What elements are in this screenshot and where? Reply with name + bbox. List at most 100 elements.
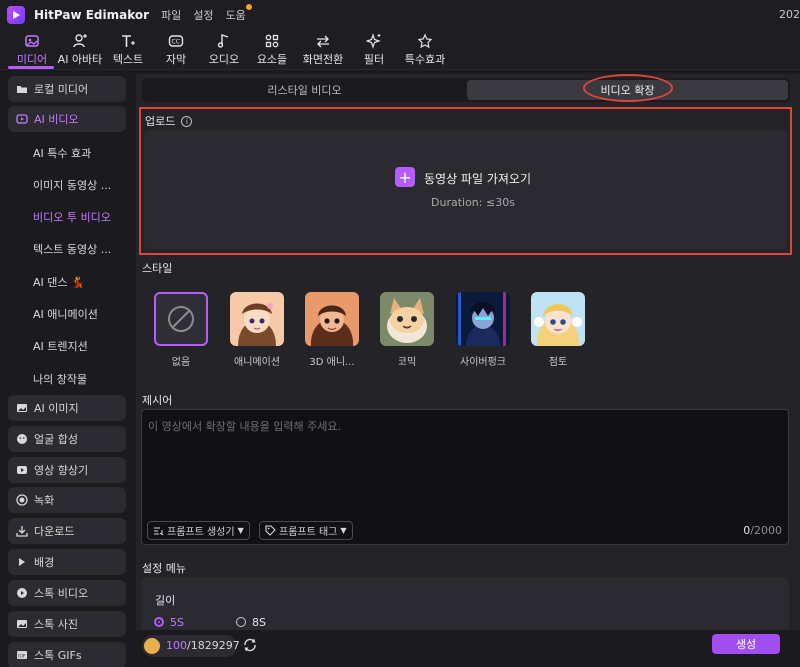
sidebar-item-label: 다운로드 (34, 525, 75, 538)
tool-elements[interactable]: 요소들 (248, 30, 296, 70)
effects-icon (417, 33, 433, 49)
sidebar-item-download[interactable]: 다운로드 (8, 518, 126, 544)
main-toolbar: 미디어 AI 아바타 텍스트 CC 자막 오디오 요소들 화면전환 필터 특수효… (0, 30, 800, 70)
prompt-tags-button[interactable]: 프롬프트 태그 ▼ (259, 521, 353, 540)
add-icon[interactable]: + (395, 167, 415, 187)
sidebar-item-stock-video[interactable]: 스톡 비디오 (8, 580, 126, 606)
menu-help[interactable]: 도움 (226, 4, 252, 23)
style-name-clay: 점토 (548, 357, 568, 368)
prompt-title: 제시어 (142, 394, 173, 407)
tag-icon (265, 525, 276, 536)
upload-label: 업로드 i (145, 113, 193, 129)
stock-photo-icon (16, 618, 28, 630)
sidebar-item-background[interactable]: 배경 (8, 549, 126, 575)
sidebar-item-video-enhancer[interactable]: 영상 향상기 (8, 457, 126, 483)
style-name-3d-animation: 3D 애니... (309, 357, 355, 368)
info-icon[interactable]: i (181, 115, 193, 127)
sidebar-item-label: AI 비디오 (34, 113, 79, 126)
sidebar-sub-my-creations[interactable]: 나의 창작물 (33, 371, 87, 387)
sidebar-sub-ai-transition[interactable]: AI 트렌지션 (33, 338, 88, 354)
tool-effects-label: 특수효과 (404, 53, 446, 66)
tool-ai-avatar-label: AI 아바타 (57, 53, 103, 66)
svg-text:GIF: GIF (18, 654, 26, 660)
tool-media-label: 미디어 (16, 53, 48, 66)
tool-filter[interactable]: 필터 (350, 30, 398, 70)
active-tool-indicator (8, 66, 54, 69)
ai-avatar-icon (73, 34, 87, 48)
app-logo-icon (7, 6, 25, 24)
generate-button[interactable]: 생성 (712, 634, 780, 654)
refresh-icon[interactable] (242, 637, 258, 653)
tool-ai-avatar[interactable]: AI 아바타 (56, 30, 104, 70)
svg-text:CC: CC (172, 39, 180, 46)
upload-dropzone[interactable]: + 동영상 파일 가져오기 Duration: ≤30s (144, 130, 787, 249)
gif-icon: GIF (16, 649, 28, 661)
sidebar-item-ai-image[interactable]: AI 이미지 (8, 395, 126, 421)
import-video-label[interactable]: 동영상 파일 가져오기 (424, 170, 531, 187)
length-label: 길이 (155, 594, 176, 607)
style-name-none: 없음 (171, 357, 191, 368)
radio-5s-label[interactable]: 5S (170, 616, 184, 629)
sidebar-item-label: 스톡 비디오 (34, 587, 89, 600)
sidebar-sub-video-to-video[interactable]: 비디오 투 비디오 (33, 209, 111, 225)
sidebar-item-stock-gifs[interactable]: GIF 스톡 GIFs (8, 642, 126, 667)
char-max: /2000 (750, 524, 782, 537)
radio-8s-label[interactable]: 8S (252, 616, 266, 629)
sidebar-item-ai-video[interactable]: AI 비디오 (8, 106, 126, 132)
menu-settings[interactable]: 설정 (193, 7, 213, 23)
sidebar-sub-ai-dance[interactable]: AI 댄스 💃 (33, 274, 85, 290)
play-icon (16, 556, 28, 568)
sidebar: 로컬 미디어 AI 비디오 AI 특수 효과 이미지 동영상 ... 비디오 투… (8, 74, 132, 667)
footer-bar: 100/1829297 생성 (136, 630, 800, 667)
style-3d-animation-card[interactable] (305, 292, 359, 346)
sidebar-sub-ai-effects[interactable]: AI 특수 효과 (33, 145, 91, 161)
sidebar-item-face-swap[interactable]: 얼굴 합성 (8, 426, 126, 452)
sidebar-sub-text-to-video[interactable]: 텍스트 동영상 ... (33, 241, 111, 257)
prompt-textarea[interactable]: 이 영상에서 확장할 내용을 입력해 주세요. 프롬프트 생성기 ▼ 프롬프트 … (141, 409, 789, 545)
project-year: 202 (779, 8, 800, 21)
style-none-card[interactable] (154, 292, 208, 346)
tool-transition[interactable]: 화면전환 (296, 30, 350, 70)
sidebar-item-local-media[interactable]: 로컬 미디어 (8, 76, 126, 102)
clay-thumbnail (531, 292, 585, 346)
radio-8s[interactable] (236, 617, 246, 627)
settings-card: 길이 5S 8S (141, 577, 789, 637)
tool-text[interactable]: 텍스트 (104, 30, 152, 70)
tool-audio[interactable]: 오디오 (200, 30, 248, 70)
style-animation-card[interactable] (230, 292, 284, 346)
prompt-generator-button[interactable]: 프롬프트 생성기 ▼ (147, 521, 250, 540)
cyberpunk-thumbnail (456, 292, 510, 346)
sidebar-item-record[interactable]: 녹화 (8, 487, 126, 513)
style-name-animation: 애니메이션 (234, 357, 280, 368)
style-clay-card[interactable] (531, 292, 585, 346)
credits-readout: 100/1829297 (166, 639, 240, 652)
animation-thumbnail (230, 292, 284, 346)
sidebar-item-label: 스톡 GIFs (34, 649, 82, 662)
menu-file[interactable]: 파일 (161, 7, 181, 23)
text-icon (122, 35, 135, 47)
transition-icon (317, 35, 329, 48)
sidebar-item-stock-photo[interactable]: 스톡 사진 (8, 611, 126, 637)
style-name-comic: 코믹 (397, 357, 417, 368)
download-icon (16, 525, 28, 537)
elements-icon (265, 34, 279, 48)
tool-elements-label: 요소들 (256, 53, 288, 66)
style-title: 스타일 (142, 262, 173, 275)
radio-5s[interactable] (154, 617, 164, 627)
wand-icon (154, 527, 164, 536)
prompt-generator-label: 프롬프트 생성기 (167, 527, 235, 538)
tool-effects[interactable]: 특수효과 (398, 30, 452, 70)
style-cyberpunk-card[interactable] (456, 292, 510, 346)
tool-subtitle[interactable]: CC 자막 (152, 30, 200, 70)
tool-media[interactable]: 미디어 (8, 30, 56, 70)
highlight-circle (583, 74, 673, 102)
sidebar-item-label: 영상 향상기 (34, 464, 89, 477)
media-icon (25, 35, 39, 47)
sidebar-sub-image-to-video[interactable]: 이미지 동영상 ... (33, 177, 111, 193)
tab-restyle-video[interactable]: 리스타일 비디오 (144, 80, 465, 100)
tool-subtitle-label: 자막 (165, 53, 187, 66)
style-comic-card[interactable] (380, 292, 434, 346)
sidebar-item-label: 로컬 미디어 (34, 83, 89, 96)
enhance-icon (16, 464, 28, 476)
sidebar-sub-ai-animation[interactable]: AI 애니메이션 (33, 306, 98, 322)
